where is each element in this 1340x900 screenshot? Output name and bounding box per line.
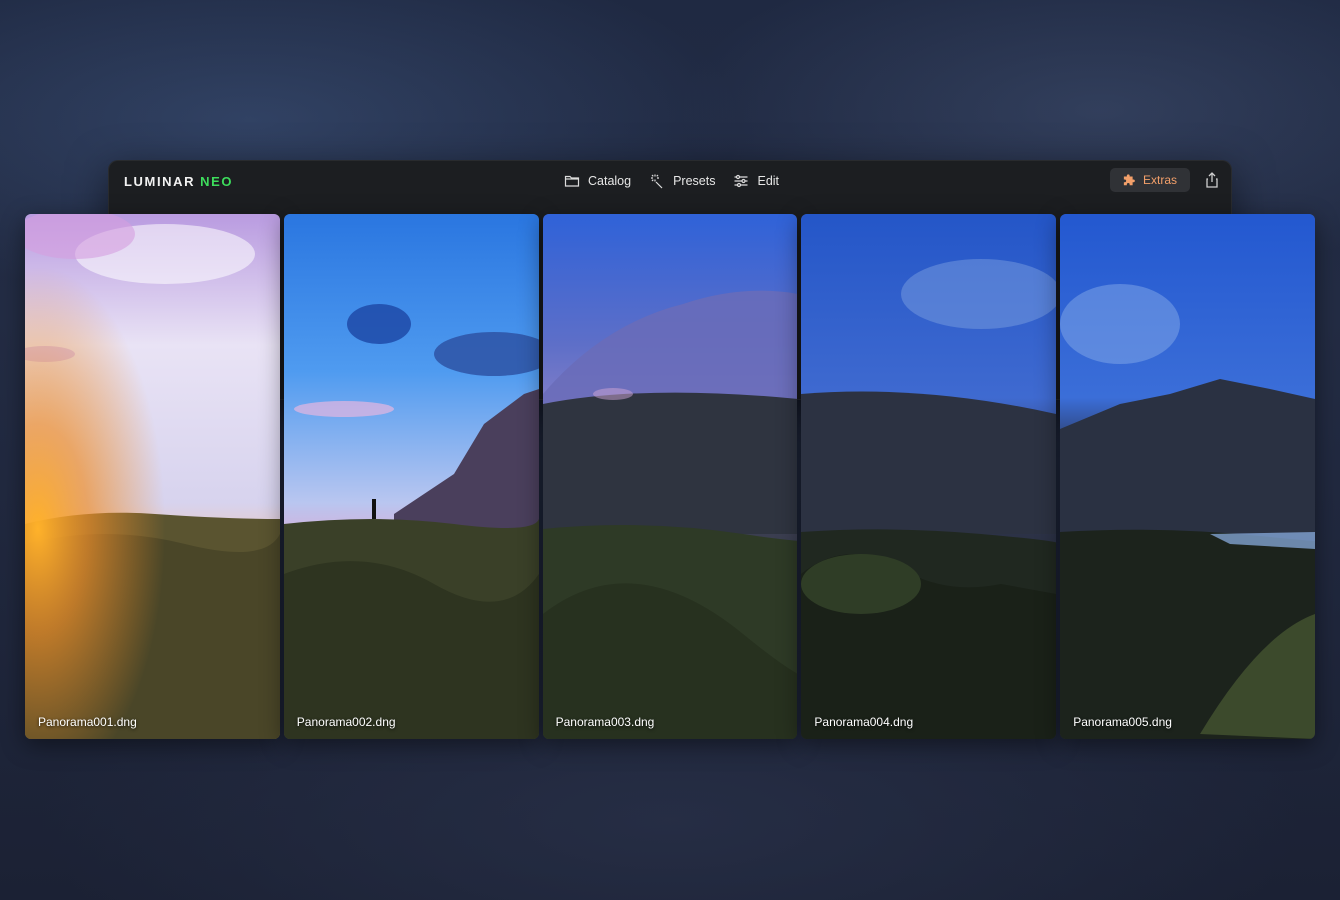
main-nav: Catalog Presets Edit [564, 171, 779, 191]
panorama-panel-3[interactable]: Panorama003.dng [542, 214, 798, 739]
magic-wand-icon [651, 174, 663, 189]
extras-label: Extras [1142, 173, 1177, 187]
panel-filename: Panorama005.dng [1073, 715, 1172, 729]
panel-filename: Panorama004.dng [814, 715, 914, 729]
panorama-image-3 [542, 214, 798, 739]
panorama-panel-4[interactable]: Panorama004.dng [801, 214, 1057, 739]
panorama-image-4 [801, 214, 1057, 739]
logo-accent: NEO [200, 174, 234, 189]
share-icon[interactable] [1203, 171, 1221, 189]
nav-catalog-label: Catalog [588, 174, 632, 188]
nav-edit-label: Edit [757, 174, 780, 188]
panel-filename: Panorama003.dng [555, 715, 655, 729]
sliders-icon [734, 174, 748, 188]
panel-filename: Panorama002.dng [296, 715, 396, 729]
panorama-panel-2[interactable]: Panorama002.dng [283, 214, 539, 739]
folder-icon [564, 175, 580, 187]
panorama-panels: Panorama001.dng Panorama002.dng Panorama… [25, 214, 1315, 739]
panorama-panel-1[interactable]: Panorama001.dng [25, 214, 280, 739]
nav-presets-label: Presets [673, 174, 716, 188]
panorama-panel-5[interactable]: Panorama005.dng [1060, 214, 1315, 739]
panorama-image-5 [1060, 214, 1315, 739]
puzzle-icon [1123, 174, 1135, 186]
panel-filename: Panorama001.dng [38, 715, 137, 729]
nav-presets[interactable]: Presets [649, 171, 715, 191]
app-logo: LUMINAR NEO [124, 174, 233, 189]
panorama-image-1 [25, 214, 280, 739]
nav-edit[interactable]: Edit [733, 171, 779, 191]
nav-catalog[interactable]: Catalog [564, 171, 631, 191]
extras-button[interactable]: Extras [1110, 168, 1190, 192]
logo-main: LUMINAR [124, 174, 196, 189]
panorama-image-2 [283, 214, 539, 739]
top-bar: LUMINAR NEO Catalog Presets Edit Extras [108, 160, 1232, 202]
